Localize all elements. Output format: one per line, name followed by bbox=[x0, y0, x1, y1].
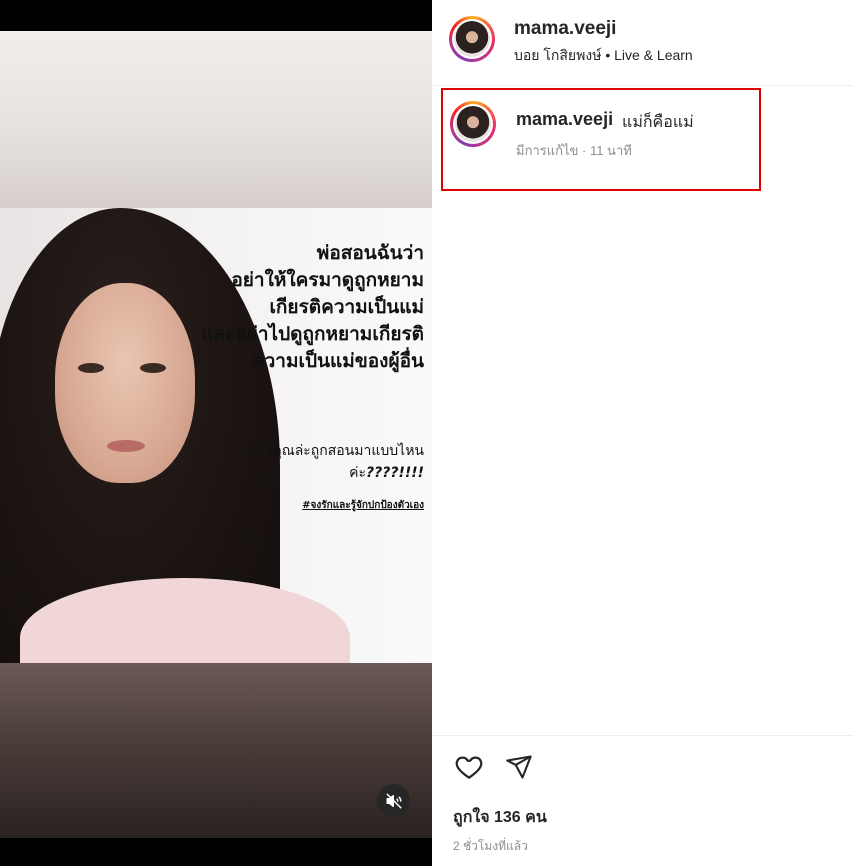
share-button[interactable] bbox=[503, 751, 535, 783]
overlay-quote: พ่อสอนฉันว่า อย่าให้ใครมาดูถูกหยาม เกียร… bbox=[164, 240, 424, 375]
portrait-eye-left bbox=[78, 363, 104, 373]
header-audio-subtitle[interactable]: บอย โกสิยพงษ์ • Live & Learn bbox=[514, 45, 693, 67]
like-button[interactable] bbox=[453, 751, 485, 783]
avatar-frame bbox=[452, 19, 492, 59]
heart-icon bbox=[455, 756, 483, 779]
avatar-image bbox=[455, 106, 491, 142]
actions-divider bbox=[432, 735, 853, 736]
overlay-question: แล้วคุณล่ะถูกสอนมาแบบไหน ค่ะ????!!!! bbox=[204, 440, 424, 484]
caption-text: แม่ก็คือแม่ bbox=[622, 114, 694, 131]
caption-meta: มีการแก้ไข · 11 นาที bbox=[516, 143, 632, 158]
overlay-question-emphasis: ????!!!! bbox=[365, 465, 424, 481]
send-icon bbox=[506, 755, 532, 779]
portrait-lips bbox=[107, 440, 145, 452]
caption-avatar[interactable] bbox=[450, 101, 496, 147]
overlay-question-prefix: ค่ะ bbox=[349, 465, 366, 481]
avatar-image bbox=[454, 21, 490, 57]
likes-count[interactable]: ถูกใจ 136 คน bbox=[453, 805, 547, 830]
overlay-line: ความเป็นแม่ของผู้อื่น bbox=[251, 350, 424, 372]
overlay-question-line-2: ค่ะ????!!!! bbox=[204, 462, 424, 484]
media-bottom-band bbox=[0, 663, 432, 838]
portrait-eye-right bbox=[140, 363, 166, 373]
mute-button[interactable] bbox=[377, 784, 410, 817]
media-top-band bbox=[0, 31, 432, 208]
post-image: พ่อสอนฉันว่า อย่าให้ใครมาดูถูกหยาม เกียร… bbox=[0, 208, 432, 663]
overlay-question-line: แล้วคุณล่ะถูกสอนมาแบบไหน bbox=[246, 443, 424, 459]
overlay-line: อย่าให้ใครมาดูถูกหยาม bbox=[231, 269, 424, 291]
post-media[interactable]: พ่อสอนฉันว่า อย่าให้ใครมาดูถูกหยาม เกียร… bbox=[0, 0, 432, 866]
speaker-muted-icon bbox=[386, 793, 401, 808]
overlay-line: เกียรติความเป็นแม่ bbox=[269, 296, 424, 318]
overlay-line: พ่อสอนฉันว่า bbox=[316, 242, 424, 264]
caption-username[interactable]: mama.veeji bbox=[516, 109, 613, 130]
post-sidebar: mama.veeji บอย โกสิยพงษ์ • Live & Learn … bbox=[432, 0, 853, 866]
post-timestamp[interactable]: 2 ชั่วโมงที่แล้ว bbox=[453, 837, 528, 856]
header-divider bbox=[432, 85, 853, 86]
header-username[interactable]: mama.veeji bbox=[514, 18, 616, 40]
header-avatar[interactable] bbox=[449, 16, 495, 62]
overlay-hashtag: #จงรักและรู้จักปกป้องตัวเอง bbox=[302, 500, 424, 511]
overlay-line: และอย่าไปดูถูกหยามเกียรติ bbox=[201, 323, 424, 345]
avatar-frame bbox=[453, 104, 493, 144]
